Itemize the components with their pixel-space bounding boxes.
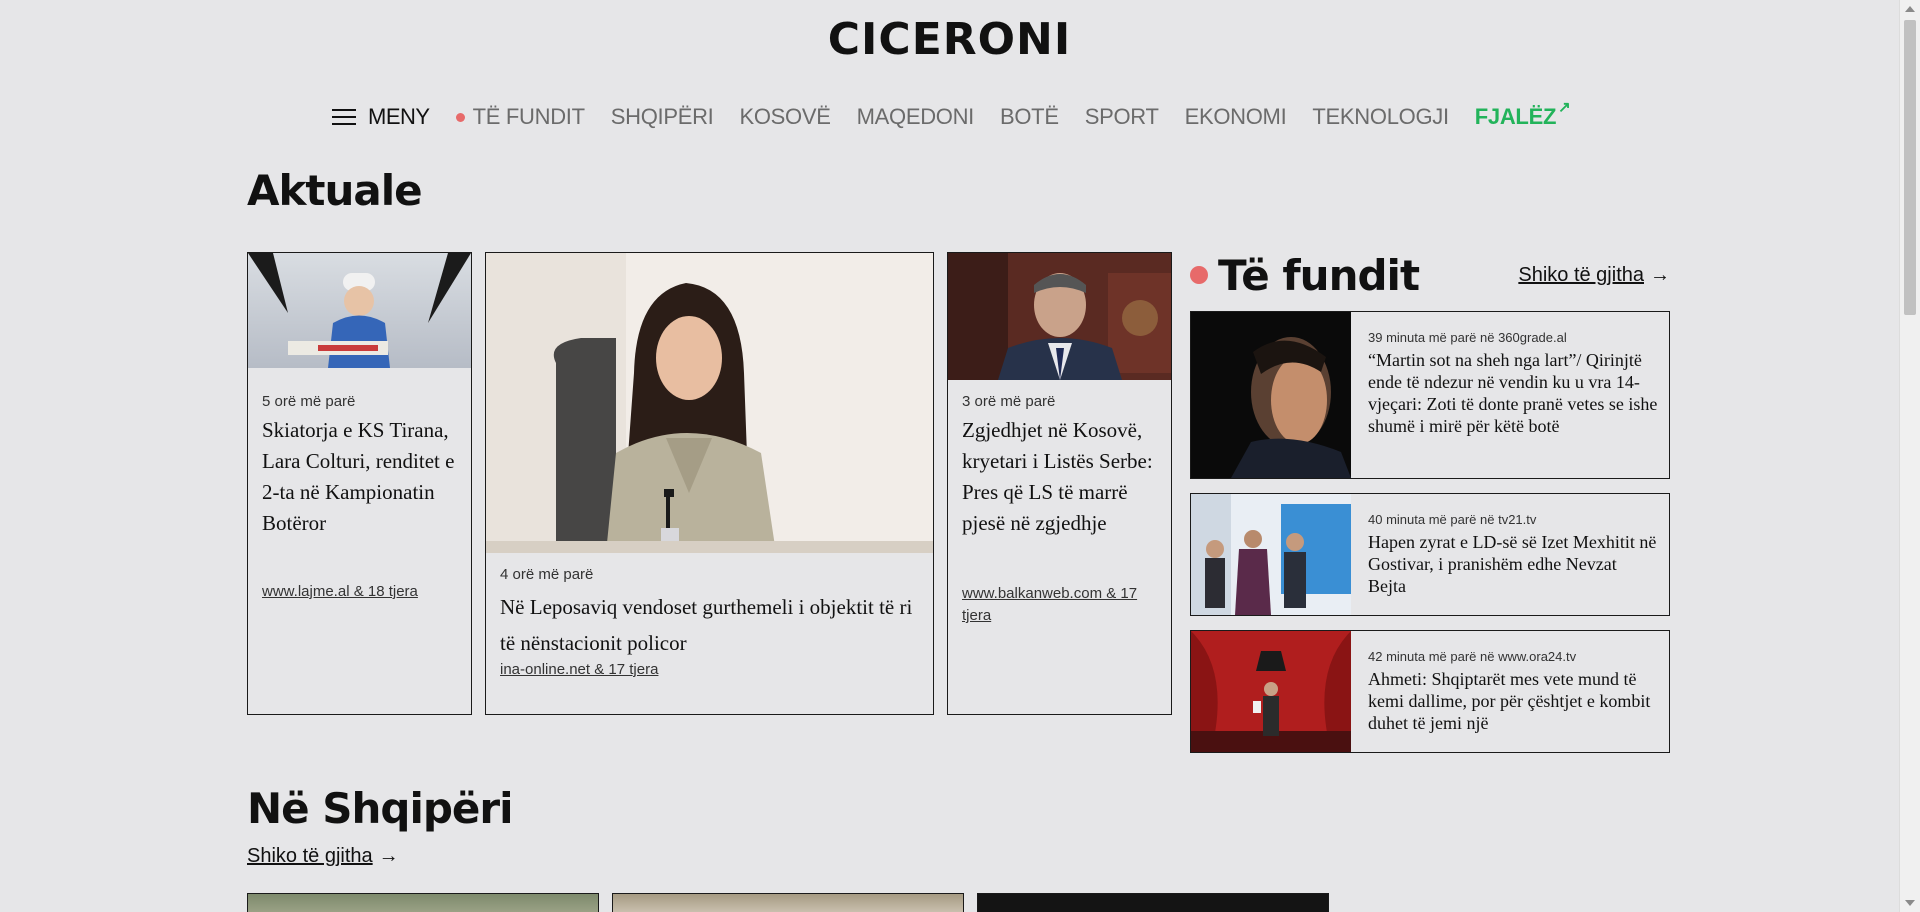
section-title-aktuale: Aktuale [247,166,423,215]
article-image [486,253,933,553]
nav-item-bote[interactable]: BOTË [1000,104,1059,130]
article-headline[interactable]: Ahmeti: Shqiptarët mes vete mund të kemi… [1368,668,1658,734]
see-all-latest-link[interactable]: Shiko të gjitha → [1518,264,1670,287]
nav-label: TË FUNDIT [472,104,585,129]
hamburger-icon [332,107,356,127]
scrollbar-thumb[interactable] [1904,20,1916,315]
nav-label: FJALËZ [1474,104,1557,129]
site-logo[interactable]: CICERONI [0,14,1899,65]
nav-item-ekonomi[interactable]: EKONOMI [1185,104,1287,130]
article-headline[interactable]: Skiatorja e KS Tirana, Lara Colturi, ren… [262,415,462,539]
section-title-ne-shqiperi: Në Shqipëri [247,784,514,833]
article-headline[interactable]: “Martin sot na sheh nga lart”/ Qirinjtë … [1368,349,1658,437]
article-image[interactable] [612,893,964,912]
right-arrow-icon: → [378,845,399,867]
nav-item-te-fundit[interactable]: TË FUNDIT [455,104,585,130]
article-image [248,253,471,368]
menu-label: MENY [368,104,430,129]
scroll-down-icon[interactable] [1905,900,1915,906]
latest-header: Të fundit Shiko të gjitha → [1190,250,1670,300]
article-headline[interactable]: Hapen zyrat e LD-së së Izet Mexhitit në … [1368,531,1658,597]
article-image[interactable] [247,893,599,912]
article-time: 4 orë më parë [500,566,594,583]
article-time-source: 42 minuta më parë në www.ora24.tv [1368,649,1577,664]
scroll-up-icon[interactable] [1905,6,1915,12]
main-nav: MENY TË FUNDIT SHQIPËRI KOSOVË MAQEDONI … [332,99,1596,134]
menu-button[interactable]: MENY [332,104,430,130]
article-thumbnail [1191,312,1351,478]
live-dot-icon [455,112,465,122]
article-headline[interactable]: Zgjedhjet në Kosovë, kryetari i Listës S… [962,415,1162,539]
external-arrow-icon: ↗ [1558,99,1571,116]
section-title-te-fundit: Të fundit [1218,250,1420,300]
see-all-albania-link[interactable]: Shiko të gjitha → [247,845,399,868]
see-all-label: Shiko të gjitha [1518,263,1644,286]
article-thumbnail [1191,494,1351,615]
article-time: 5 orë më parë [262,393,356,410]
live-dot-icon [1190,266,1208,284]
nav-item-fjalez[interactable]: FJALËZ ↗ [1474,99,1571,130]
article-sources-link[interactable]: ina-online.net & 17 tjera [500,661,658,678]
article-headline[interactable]: Në Leposaviq vendoset gurthemeli i objek… [500,589,920,661]
latest-list-item[interactable]: 40 minuta më parë në tv21.tv Hapen zyrat… [1190,493,1670,616]
latest-list-item[interactable]: 42 minuta më parë në www.ora24.tv Ahmeti… [1190,630,1670,753]
news-card[interactable]: 4 orë më parë Në Leposaviq vendoset gurt… [485,252,934,715]
article-thumbnail [1191,631,1351,752]
nav-item-sport[interactable]: SPORT [1085,104,1159,130]
vertical-scrollbar[interactable] [1899,0,1920,912]
nav-item-kosove[interactable]: KOSOVË [739,104,830,130]
article-sources-link[interactable]: www.lajme.al & 18 tjera [262,583,418,600]
article-time: 3 orë më parë [962,393,1056,410]
nav-item-maqedoni[interactable]: MAQEDONI [857,104,975,130]
news-card[interactable]: 5 orë më parë Skiatorja e KS Tirana, Lar… [247,252,472,715]
article-image [948,253,1171,380]
nav-item-shqiperi[interactable]: SHQIPËRI [611,104,714,130]
right-arrow-icon: → [1650,263,1670,286]
see-all-label: Shiko të gjitha [247,845,373,867]
latest-list-item[interactable]: 39 minuta më parë në 360grade.al “Martin… [1190,311,1670,479]
article-sources-link[interactable]: www.balkanweb.com & 17 tjera [962,583,1162,627]
nav-item-teknologji[interactable]: TEKNOLOGJI [1312,104,1449,130]
news-card[interactable]: 3 orë më parë Zgjedhjet në Kosovë, kryet… [947,252,1172,715]
article-image[interactable] [977,893,1329,912]
article-time-source: 39 minuta më parë në 360grade.al [1368,330,1567,345]
page: CICERONI MENY TË FUNDIT SHQIPËRI KOSOVË … [0,0,1899,912]
article-time-source: 40 minuta më parë në tv21.tv [1368,512,1537,527]
